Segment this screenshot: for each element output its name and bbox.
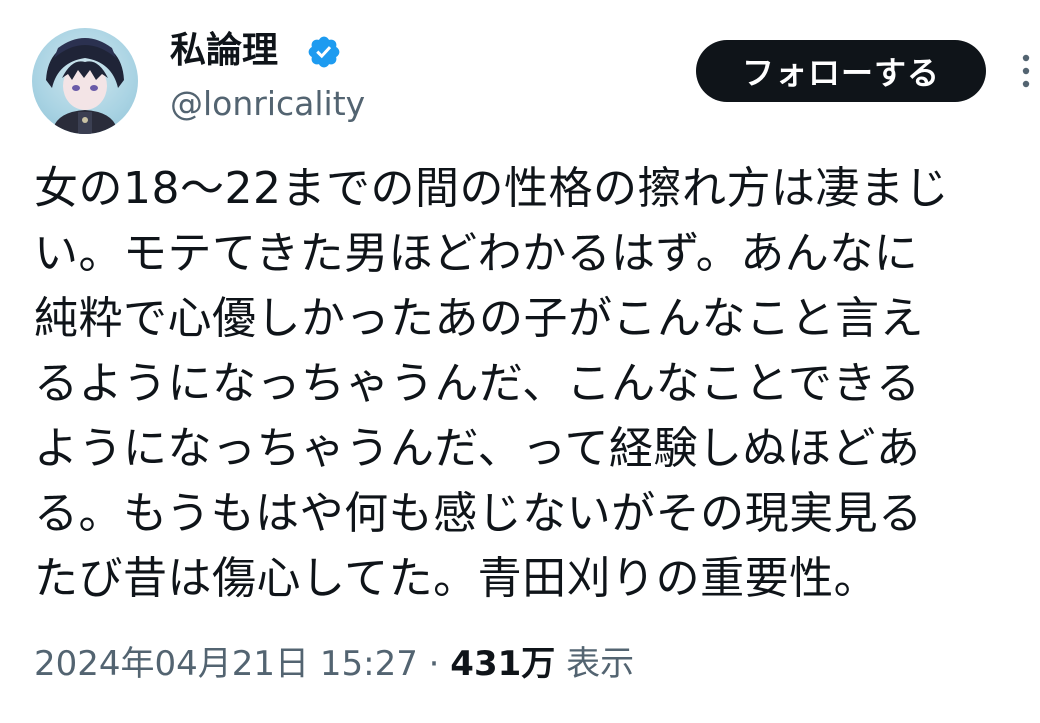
tweet-meta: 2024年04月21日 15:27 · 431万 表示: [34, 640, 634, 688]
verified-badge-icon: [308, 36, 340, 68]
display-name[interactable]: 私論理: [170, 28, 278, 74]
more-vertical-icon[interactable]: [1012, 50, 1040, 92]
user-handle[interactable]: @lonricality: [170, 82, 365, 126]
tweet-text-line: ようになっちゃうんだ、って経験しぬほどあ: [34, 423, 921, 474]
tweet-timestamp[interactable]: 2024年04月21日 15:27: [34, 644, 418, 684]
tweet-text-line: るようになっちゃうんだ、こんなことできる: [34, 358, 921, 409]
meta-separator: ·: [428, 644, 440, 684]
tweet-text-line: 純粋で心優しかったあの子がこんなこと言え: [34, 293, 924, 344]
tweet-text: 女の18〜22までの間の性格の擦れ方は凄まじ い。モテてきた男ほどわかるはず。あ…: [34, 156, 1034, 611]
tweet-text-line: る。もうもはや何も感じないがその現実見る: [34, 488, 923, 539]
view-count-label: 表示: [566, 644, 635, 684]
tweet-text-line: い。モテてきた男ほどわかるはず。あんなに: [34, 228, 919, 279]
follow-button[interactable]: フォローする: [696, 40, 986, 102]
tweet-text-line: たび昔は傷心してた。青田刈りの重要性。: [34, 553, 879, 604]
avatar[interactable]: [32, 28, 138, 134]
view-count: 431万: [450, 644, 556, 684]
tweet-text-line: 女の18〜22までの間の性格の擦れ方は凄まじ: [34, 163, 949, 214]
tweet-card: 私論理 @lonricality フォローする 女の18〜22までの間の性格の擦…: [0, 0, 1040, 723]
